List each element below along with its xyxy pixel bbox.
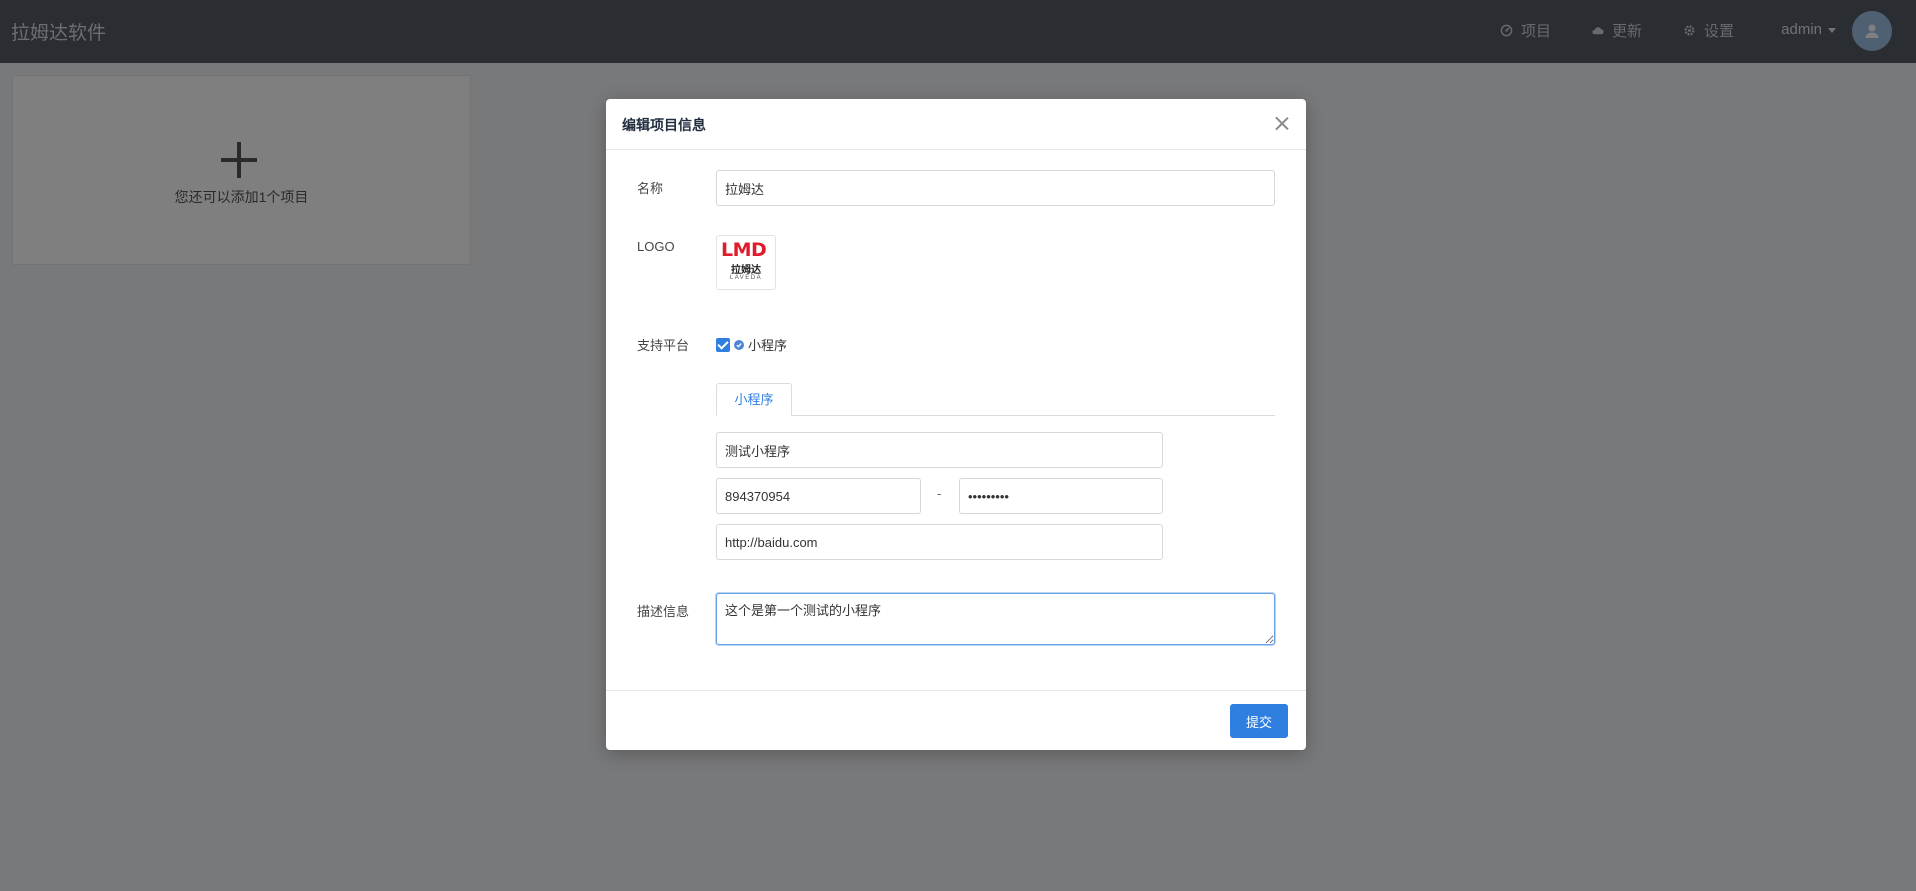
dialog-header: 编辑项目信息 — [606, 99, 1306, 150]
dialog-footer-divider — [606, 690, 1306, 691]
description-textarea[interactable]: 这个是第一个测试的小程序 — [716, 593, 1275, 645]
app-url-input[interactable] — [716, 524, 1163, 560]
platform-option-label: 小程序 — [748, 338, 788, 353]
app-secret-input[interactable] — [959, 478, 1163, 514]
tab-miniprogram[interactable]: 小程序 — [716, 383, 792, 416]
platform-miniprogram-option[interactable]: 小程序 — [716, 335, 787, 354]
tabs-divider — [716, 415, 1275, 416]
separator-dash: - — [937, 486, 942, 501]
close-icon[interactable] — [1274, 115, 1290, 131]
logo-label: LOGO — [637, 239, 675, 254]
submit-button[interactable]: 提交 — [1230, 704, 1288, 738]
app-name-input[interactable] — [716, 432, 1163, 468]
miniprogram-icon — [734, 339, 744, 350]
app-id-input[interactable] — [716, 478, 921, 514]
logo-mark: LMD — [721, 239, 767, 261]
name-input[interactable] — [716, 170, 1275, 206]
dialog-title: 编辑项目信息 — [622, 117, 706, 133]
edit-project-dialog: 编辑项目信息 名称 LOGO LMD 拉姆达 LAVEDA 支持平台 小程序 小… — [606, 99, 1306, 750]
logo-chinese-text: 拉姆达 — [731, 265, 761, 276]
description-label: 描述信息 — [637, 604, 690, 619]
logo-upload[interactable]: LMD 拉姆达 LAVEDA — [716, 235, 776, 290]
platform-label: 支持平台 — [637, 338, 690, 353]
platform-checkbox[interactable] — [716, 337, 730, 352]
name-label: 名称 — [637, 181, 664, 196]
logo-english-text: LAVEDA — [729, 275, 763, 281]
